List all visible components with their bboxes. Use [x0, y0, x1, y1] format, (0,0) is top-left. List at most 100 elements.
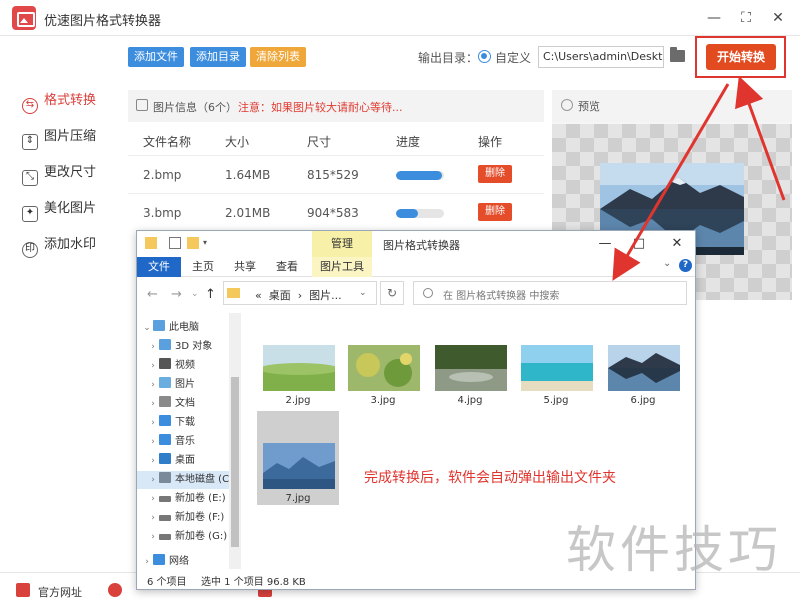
tree-item-music[interactable]: › 音乐: [147, 433, 195, 451]
tab-share[interactable]: 共享: [225, 257, 265, 277]
ribbon-expand-icon[interactable]: ⌄: [663, 258, 671, 269]
tree-label: 新加卷 (F:): [175, 512, 225, 523]
sidebar-item-format-convert[interactable]: ⇆ 格式转换: [22, 89, 96, 114]
file-name: 3.jpg: [370, 395, 396, 406]
file-name: 5.jpg: [543, 395, 569, 406]
close-button[interactable]: ✕: [764, 6, 792, 30]
refresh-icon[interactable]: ↻: [380, 281, 404, 305]
tab-file[interactable]: 文件: [137, 257, 181, 277]
history-dropdown-icon[interactable]: ⌄: [191, 289, 199, 299]
file-thumbnail: [608, 345, 680, 391]
row2-name: 3.bmp: [143, 206, 182, 220]
expand-icon[interactable]: ›: [147, 433, 159, 451]
tree-item-local-disk-c[interactable]: › 本地磁盘 (C: [137, 471, 229, 489]
expand-icon[interactable]: ›: [147, 395, 159, 413]
file-item-3[interactable]: 3.jpg: [342, 339, 424, 433]
expand-icon[interactable]: ›: [147, 471, 159, 489]
sidebar-item-label: 添加水印: [44, 237, 97, 252]
address-dropdown-icon[interactable]: ⌄: [359, 288, 367, 298]
tree-item-videos[interactable]: › 视频: [147, 357, 195, 375]
custom-radio[interactable]: [478, 50, 491, 63]
file-thumbnail: [348, 345, 420, 391]
cube-icon: [159, 339, 171, 350]
row2-delete-button[interactable]: 删除: [478, 203, 512, 221]
service-icon: [108, 583, 122, 597]
add-file-button[interactable]: 添加文件: [128, 47, 184, 67]
address-part-desktop[interactable]: 桌面: [269, 289, 291, 302]
tab-picture-tools[interactable]: 图片工具: [312, 257, 372, 277]
file-item-5[interactable]: 5.jpg: [515, 339, 597, 433]
tree-label: 下载: [175, 417, 195, 428]
expand-icon[interactable]: ›: [147, 414, 159, 432]
help-icon[interactable]: ?: [679, 259, 692, 272]
explorer-minimize-button[interactable]: —: [593, 234, 617, 254]
add-directory-button[interactable]: 添加目录: [190, 47, 246, 67]
explorer-window-title: 图片格式转换器: [383, 239, 460, 252]
tree-item-pictures[interactable]: › 图片: [147, 376, 195, 394]
official-site-link[interactable]: 官方网址: [38, 584, 82, 600]
col-header-action: 操作: [478, 135, 503, 149]
tree-item-volume-f[interactable]: › 新加卷 (F:): [147, 509, 224, 527]
tree-item-network[interactable]: › 网络: [141, 553, 189, 571]
file-item-7[interactable]: 7.jpg: [257, 411, 339, 505]
folder-browse-icon[interactable]: [670, 47, 685, 62]
explorer-close-button[interactable]: ✕: [665, 234, 689, 254]
properties-icon[interactable]: [169, 237, 181, 249]
drive-icon: [159, 496, 171, 502]
file-name: 2.jpg: [285, 395, 311, 406]
output-dir-label: 输出目录：: [418, 51, 479, 65]
file-name: 4.jpg: [457, 395, 483, 406]
file-item-6[interactable]: 6.jpg: [602, 339, 684, 433]
address-part-folder[interactable]: 图片...: [309, 289, 342, 302]
maximize-button[interactable]: ⛶: [732, 6, 760, 30]
address-sep: ›: [297, 289, 303, 302]
tab-home[interactable]: 主页: [183, 257, 223, 277]
start-convert-button[interactable]: 开始转换: [706, 44, 776, 70]
row1-dims: 815*529: [307, 168, 359, 182]
tree-item-3d[interactable]: › 3D 对象: [147, 338, 212, 356]
expand-icon[interactable]: ›: [147, 357, 159, 375]
sidebar-item-compress[interactable]: ⇕ 图片压缩: [22, 125, 96, 150]
custom-radio-label: 自定义: [495, 51, 532, 65]
tree-item-downloads[interactable]: › 下载: [147, 414, 195, 432]
tree-scrollbar-thumb[interactable]: [231, 377, 239, 547]
file-item-4[interactable]: 4.jpg: [429, 339, 511, 433]
sidebar-item-watermark[interactable]: 印添加水印: [22, 233, 97, 258]
row1-name: 2.bmp: [143, 168, 182, 182]
tree-label: 视频: [175, 360, 195, 371]
up-arrow-icon[interactable]: ↑: [205, 287, 216, 302]
back-arrow-icon[interactable]: ←: [147, 287, 158, 302]
expand-icon[interactable]: ›: [141, 553, 153, 571]
tree-item-volume-g[interactable]: › 新加卷 (G:): [147, 528, 227, 546]
new-folder-icon[interactable]: [187, 237, 199, 249]
desktop-icon: [159, 453, 171, 464]
col-header-progress: 进度: [396, 135, 421, 149]
output-path-input[interactable]: C:\Users\admin\Deskto: [538, 46, 664, 68]
tree-item-this-pc[interactable]: ⌄ 此电脑: [141, 319, 199, 337]
minimize-button[interactable]: —: [700, 6, 728, 30]
explorer-maximize-button[interactable]: □: [627, 234, 651, 254]
sidebar-item-resize[interactable]: ⤡ 更改尺寸: [22, 161, 96, 186]
tree-label: 桌面: [175, 455, 195, 466]
ribbon-tabs: 文件 主页 共享 查看 图片工具: [137, 257, 695, 277]
tree-item-desktop[interactable]: › 桌面: [147, 452, 195, 470]
forward-arrow-icon[interactable]: →: [171, 287, 182, 302]
sidebar-item-beautify[interactable]: ✦ 美化图片: [22, 197, 96, 222]
expand-icon[interactable]: ›: [147, 528, 159, 546]
drive-icon: [159, 534, 171, 540]
document-icon: [159, 396, 171, 407]
expand-icon[interactable]: ›: [147, 509, 159, 527]
compress-icon: ⇕: [22, 134, 38, 150]
clear-list-button[interactable]: 清除列表: [250, 47, 306, 67]
collapse-icon[interactable]: ⌄: [141, 319, 153, 337]
expand-icon[interactable]: ›: [147, 376, 159, 394]
expand-icon[interactable]: ›: [147, 490, 159, 508]
tree-item-documents[interactable]: › 文档: [147, 395, 195, 413]
tree-item-volume-e[interactable]: › 新加卷 (E:): [147, 490, 225, 508]
manage-tab[interactable]: 管理: [312, 231, 372, 257]
expand-icon[interactable]: ›: [147, 452, 159, 470]
qa-dropdown-icon[interactable]: ▾: [203, 237, 211, 249]
tab-view[interactable]: 查看: [267, 257, 307, 277]
row1-delete-button[interactable]: 删除: [478, 165, 512, 183]
expand-icon[interactable]: ›: [147, 338, 159, 356]
